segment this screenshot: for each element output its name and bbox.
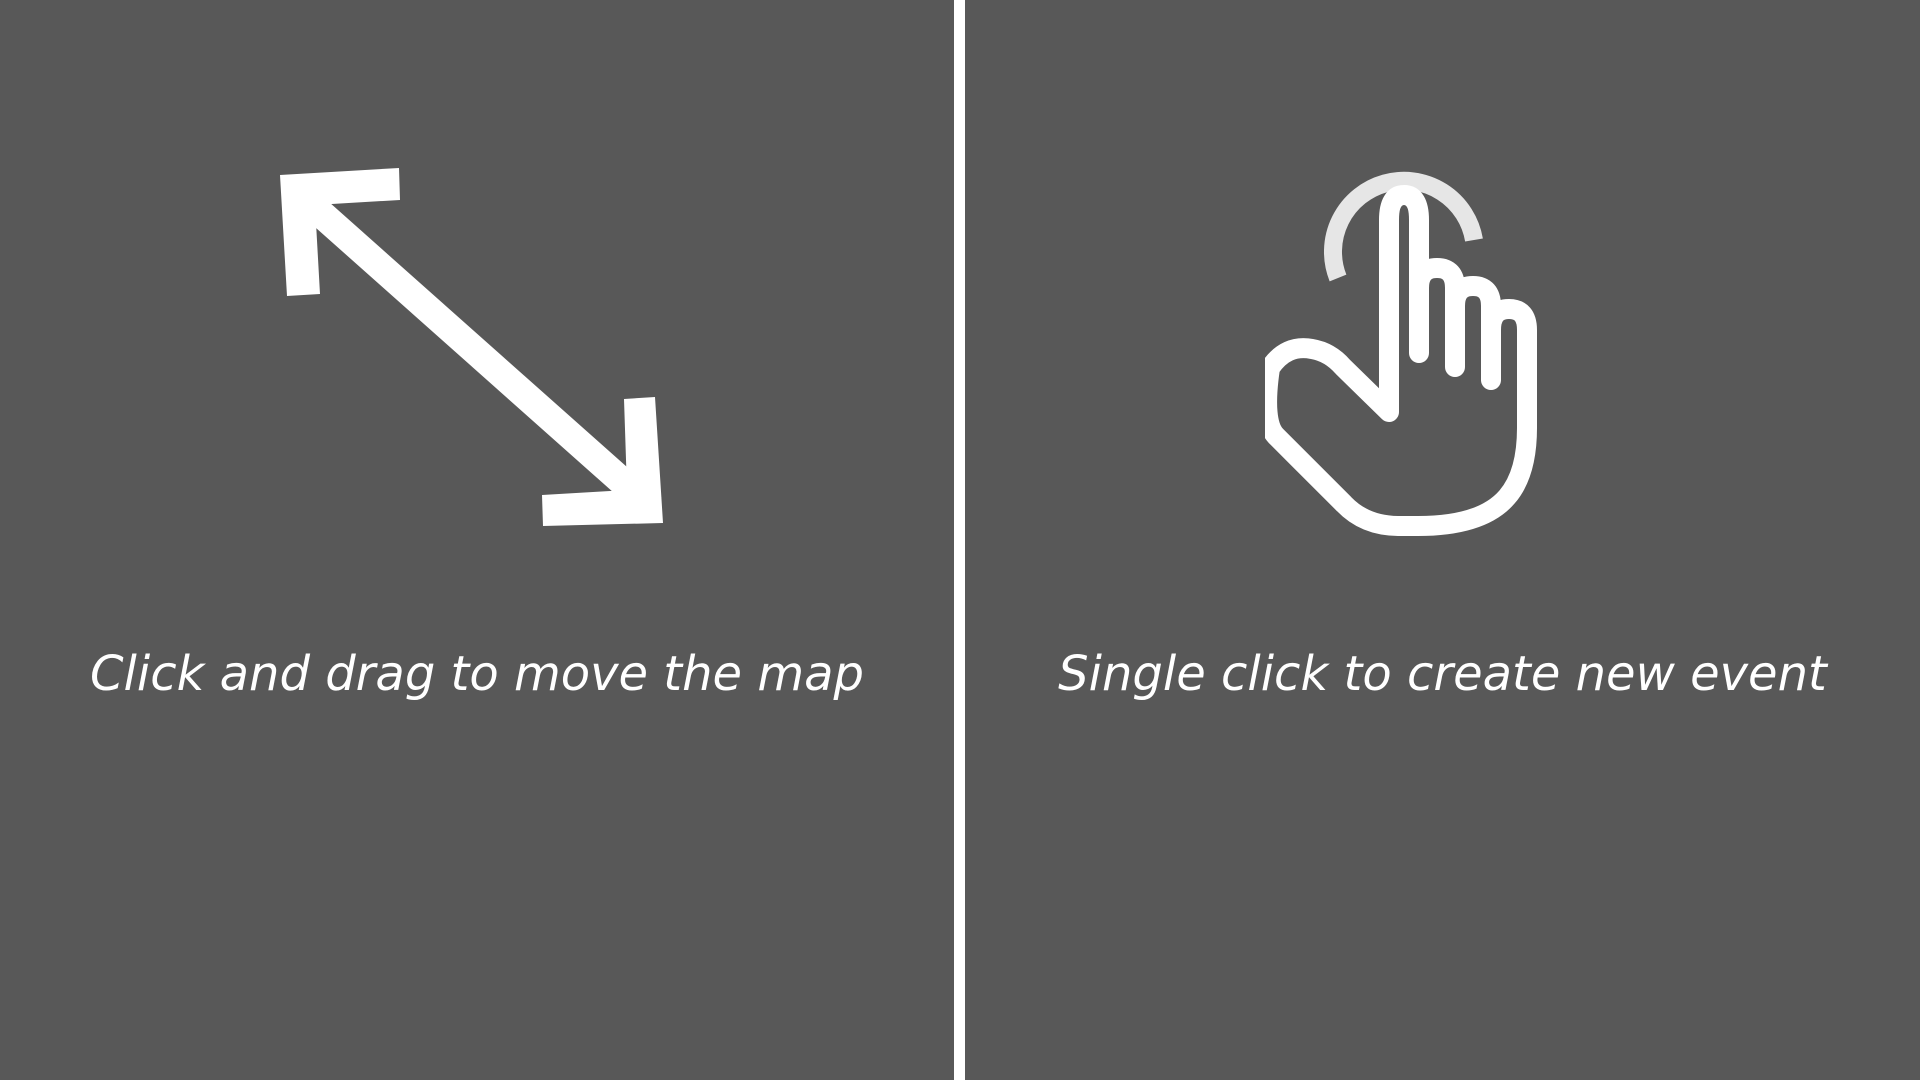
move-arrows-icon — [280, 168, 663, 526]
pointer-hand-icon — [1265, 171, 1537, 536]
drag-hint-text: Click and drag to move the map — [90, 646, 864, 702]
click-hint-text: Single click to create new event — [1058, 646, 1827, 702]
map-hint-overlay[interactable]: Click and drag to move the map Single cl… — [0, 0, 1920, 1080]
panel-divider — [954, 0, 965, 1080]
